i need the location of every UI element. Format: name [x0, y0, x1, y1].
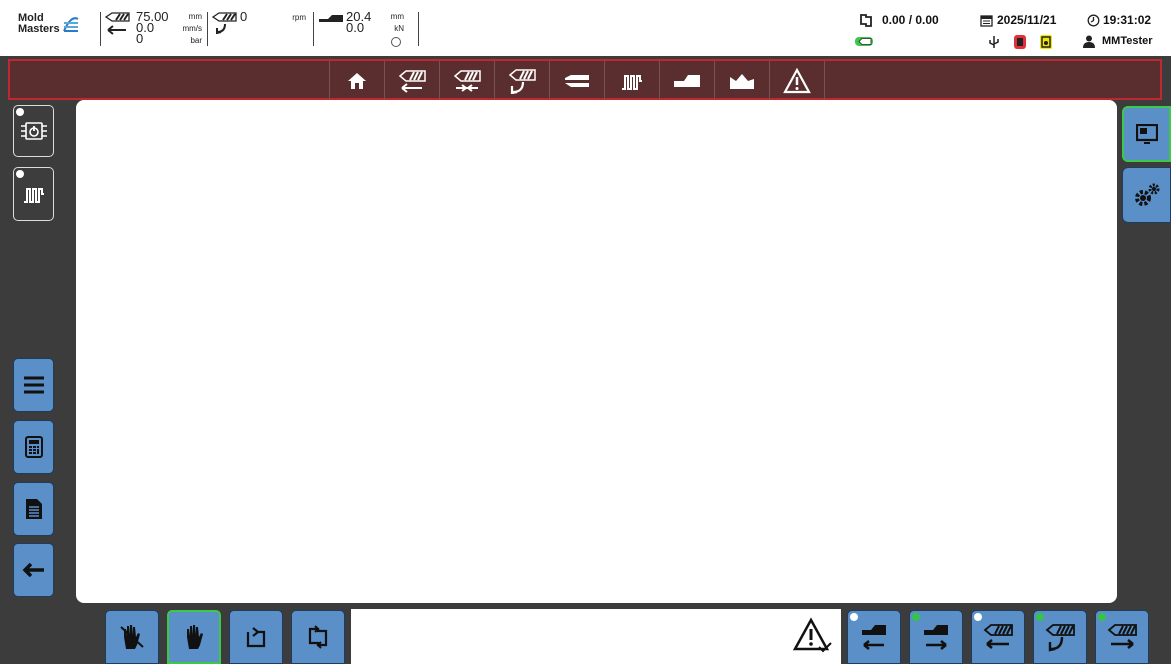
screen-display-icon — [1135, 124, 1158, 144]
auto-cycle-button[interactable] — [291, 610, 345, 664]
injection-unit-icon — [104, 12, 130, 22]
injection-forward-button[interactable] — [1095, 610, 1149, 664]
position-unit: mm — [188, 12, 202, 21]
manual-mode-button[interactable] — [105, 610, 159, 664]
carriage-icon — [319, 15, 343, 22]
alarm-acknowledge-icon — [793, 617, 832, 653]
logo-text-line2: Masters — [18, 23, 60, 35]
screw-rotation-icon — [211, 12, 237, 34]
carriage-force-unit: kN — [394, 24, 404, 33]
calendar-icon — [980, 15, 993, 27]
carriage-force-value: 0.0 — [346, 20, 365, 35]
alarm-icon — [783, 67, 811, 93]
document-icon — [25, 499, 42, 519]
nav-alarm-button[interactable] — [769, 61, 825, 100]
heater-icon — [23, 188, 44, 203]
calculator-icon — [24, 436, 43, 458]
save-status-icon — [1040, 35, 1052, 49]
injection-pressure-value: 0 — [136, 31, 144, 46]
nav-profile-button[interactable] — [714, 61, 769, 100]
carriage-icon — [674, 74, 700, 87]
status-dot-active — [1098, 613, 1106, 621]
main-nav-bar — [8, 59, 1162, 100]
date-display: 2025/11/21 — [997, 13, 1057, 27]
nav-injection-button[interactable] — [384, 61, 439, 100]
injection-back-button[interactable] — [971, 610, 1025, 664]
screw-rotate-button[interactable] — [1033, 610, 1087, 664]
arrow-left-icon — [107, 25, 126, 35]
alarm-message-panel[interactable] — [351, 609, 841, 664]
pressure-unit: bar — [190, 36, 202, 45]
hold-icon — [453, 69, 481, 92]
storage-alert-icon — [1014, 35, 1026, 49]
user-icon — [1083, 35, 1095, 48]
usb-icon — [989, 36, 999, 48]
hand-icon — [187, 625, 203, 649]
status-header: Mold Masters 75.00 0.0 0 mm mm/s bar 0 r… — [0, 0, 1171, 56]
status-dot — [16, 108, 24, 116]
status-dot-active — [1036, 613, 1044, 621]
semi-auto-button[interactable] — [229, 610, 283, 664]
speed-unit: mm/s — [182, 24, 202, 33]
user-name[interactable]: MMTester — [1102, 35, 1153, 47]
injection-forward-icon — [1107, 624, 1137, 649]
profile-icon — [730, 73, 754, 89]
main-content-panel — [76, 100, 1117, 603]
status-dot-active — [912, 613, 920, 621]
nav-nozzle-button[interactable] — [549, 61, 604, 100]
hamburger-menu-icon — [23, 376, 44, 394]
nav-home-button[interactable] — [329, 61, 384, 100]
rpm-unit: rpm — [292, 13, 306, 22]
injection-icon — [398, 69, 426, 93]
logo-wave-icon — [63, 17, 79, 32]
heater-toggle-button[interactable] — [13, 167, 54, 221]
arrow-left-icon — [22, 563, 44, 577]
cycle-times: 0.00 / 0.00 — [882, 13, 939, 27]
back-button[interactable] — [13, 543, 54, 597]
auto-cycle-icon — [308, 625, 328, 649]
home-icon — [348, 72, 366, 89]
nozzle-icon — [565, 74, 589, 87]
machine-power-button[interactable] — [13, 105, 54, 157]
status-dot — [16, 170, 24, 178]
nav-heater-button[interactable] — [604, 61, 659, 100]
status-dot — [850, 613, 858, 621]
carriage-backward-icon — [862, 625, 886, 650]
calculator-button[interactable] — [13, 420, 54, 474]
carriage-pos-unit: mm — [390, 12, 404, 21]
carriage-forward-button[interactable] — [909, 610, 963, 664]
hand-mode-button[interactable] — [167, 610, 221, 664]
motor-power-icon — [20, 122, 47, 140]
carriage-status-indicator — [391, 37, 401, 47]
nav-hold-button[interactable] — [439, 61, 494, 100]
time-display: 19:31:02 — [1103, 13, 1152, 27]
heater-icon — [622, 74, 642, 90]
screw-rotate-icon — [1045, 624, 1075, 652]
gears-icon — [1134, 183, 1159, 206]
injection-status-icon — [855, 37, 873, 46]
carriage-forward-icon — [924, 625, 948, 650]
hand-crossed-icon — [120, 625, 144, 649]
nav-screw-rotate-button[interactable] — [494, 61, 549, 100]
cycle-icon — [860, 14, 872, 27]
settings-button[interactable] — [1122, 167, 1171, 223]
screw-rpm-value: 0 — [240, 9, 248, 24]
injection-backward-icon — [983, 624, 1013, 649]
screw-rotate-icon — [508, 68, 536, 94]
nav-carriage-button[interactable] — [659, 61, 714, 100]
clock-icon — [1087, 14, 1100, 27]
semi-auto-cycle-icon — [246, 627, 266, 648]
status-dot — [974, 613, 982, 621]
company-logo: Mold Masters — [18, 13, 79, 35]
menu-button[interactable] — [13, 358, 54, 412]
screen-view-button[interactable] — [1122, 106, 1171, 162]
document-button[interactable] — [13, 482, 54, 536]
carriage-back-button[interactable] — [847, 610, 901, 664]
